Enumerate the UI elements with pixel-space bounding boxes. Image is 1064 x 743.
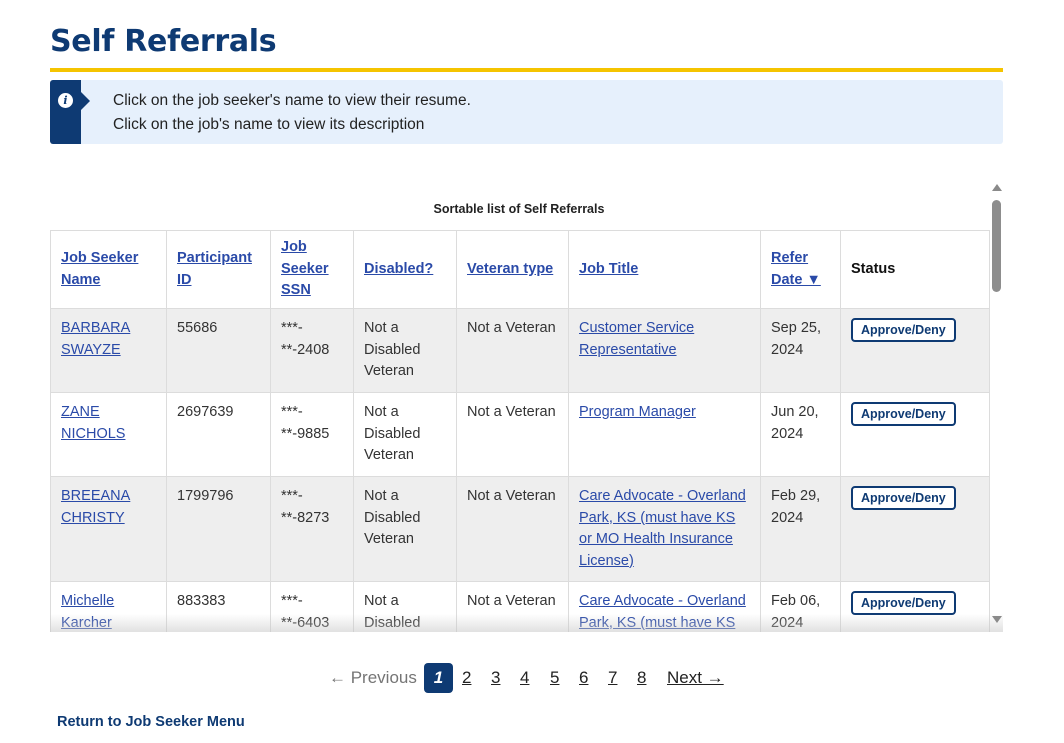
- col-header-name[interactable]: Job Seeker Name: [50, 230, 167, 309]
- job-seeker-name-link[interactable]: ZANE NICHOLS: [61, 404, 125, 442]
- job-title-link[interactable]: Customer Service Representative: [579, 320, 694, 358]
- veteran-type: Not a Veteran: [456, 476, 569, 582]
- approve-deny-button[interactable]: Approve/Deny: [851, 486, 956, 510]
- sort-name-link[interactable]: Job Seeker Name: [61, 250, 138, 288]
- sort-job-title-link[interactable]: Job Title: [579, 261, 638, 277]
- participant-id: 883383: [166, 581, 271, 632]
- sort-participant-id-link[interactable]: Participant ID: [177, 250, 252, 288]
- pagination-page-3[interactable]: 3: [491, 663, 500, 693]
- job-title-link[interactable]: Program Manager: [579, 404, 696, 420]
- pagination-page-6[interactable]: 6: [579, 663, 588, 693]
- veteran-type: Not a Veteran: [456, 581, 569, 632]
- job-seeker-name-link[interactable]: BREEANA CHRISTY: [61, 488, 130, 526]
- approve-deny-button[interactable]: Approve/Deny: [851, 402, 956, 426]
- pagination-page-5[interactable]: 5: [550, 663, 559, 693]
- info-alert: i Click on the job seeker's name to view…: [50, 80, 1003, 144]
- col-header-status: Status: [840, 230, 990, 309]
- job-title-link[interactable]: Care Advocate - Overland Park, KS (must …: [579, 488, 746, 569]
- participant-id: 1799796: [166, 476, 271, 582]
- pagination-next[interactable]: Next →: [667, 663, 724, 693]
- return-to-menu-link[interactable]: Return to Job Seeker Menu: [57, 714, 245, 730]
- col-header-refer-date[interactable]: Refer Date ▼: [760, 230, 841, 309]
- alert-line-1: Click on the job seeker's name to view t…: [113, 92, 471, 109]
- info-icon: i: [58, 93, 73, 108]
- scroll-up-arrow-icon[interactable]: [992, 184, 1002, 191]
- col-header-disabled[interactable]: Disabled?: [353, 230, 457, 309]
- refer-date: Feb 06, 2024: [760, 581, 841, 632]
- pagination-page-7[interactable]: 7: [608, 663, 617, 693]
- disabled-status: Not a Disabled Veteran: [353, 392, 457, 477]
- self-referrals-table: Job Seeker Name Participant ID Job Seeke…: [50, 230, 990, 632]
- table-row: Michelle Karcher 883383 ***-**-6403 Not …: [50, 581, 990, 632]
- scroll-thumb[interactable]: [992, 200, 1001, 292]
- col-header-ssn[interactable]: Job Seeker SSN: [270, 230, 354, 309]
- job-title-link[interactable]: Care Advocate - Overland Park, KS (must …: [579, 593, 746, 632]
- referrals-table-container[interactable]: Sortable list of Self Referrals Job Seek…: [50, 190, 1003, 632]
- table-header-row: Job Seeker Name Participant ID Job Seeke…: [50, 230, 990, 309]
- disabled-status: Not a Disabled Veteran: [353, 476, 457, 582]
- pagination-page-current[interactable]: 1: [424, 663, 453, 693]
- ssn-masked: ***-**-9885: [270, 392, 354, 477]
- approve-deny-button[interactable]: Approve/Deny: [851, 591, 956, 615]
- pagination-page-4[interactable]: 4: [520, 663, 529, 693]
- pagination-previous: ← Previous: [329, 668, 417, 687]
- veteran-type: Not a Veteran: [456, 308, 569, 393]
- refer-date: Feb 29, 2024: [760, 476, 841, 582]
- approve-deny-button[interactable]: Approve/Deny: [851, 318, 956, 342]
- col-header-veteran[interactable]: Veteran type: [456, 230, 569, 309]
- ssn-masked: ***-**-8273: [270, 476, 354, 582]
- alert-accent-bar: i: [50, 80, 81, 144]
- table-caption: Sortable list of Self Referrals: [433, 202, 605, 216]
- ssn-masked: ***-**-6403: [270, 581, 354, 632]
- col-header-job-title[interactable]: Job Title: [568, 230, 761, 309]
- refer-date: Sep 25, 2024: [760, 308, 841, 393]
- table-row: BARBARA SWAYZE 55686 ***-**-2408 Not a D…: [50, 308, 990, 393]
- page-title: Self Referrals: [50, 24, 277, 59]
- title-divider: [50, 68, 1003, 72]
- job-seeker-name-link[interactable]: Michelle Karcher: [61, 593, 114, 631]
- participant-id: 55686: [166, 308, 271, 393]
- alert-line-2: Click on the job's name to view its desc…: [113, 116, 425, 133]
- veteran-type: Not a Veteran: [456, 392, 569, 477]
- table-scrollbar[interactable]: [990, 182, 1004, 630]
- sort-ssn-link[interactable]: Job Seeker SSN: [281, 239, 329, 298]
- pagination-page-8[interactable]: 8: [637, 663, 646, 693]
- sort-refer-date-link[interactable]: Refer Date ▼: [771, 250, 821, 288]
- table-row: ZANE NICHOLS 2697639 ***-**-9885 Not a D…: [50, 392, 990, 477]
- alert-pointer: [81, 92, 90, 110]
- scroll-down-arrow-icon[interactable]: [992, 616, 1002, 623]
- job-seeker-name-link[interactable]: BARBARA SWAYZE: [61, 320, 130, 358]
- pagination: ← Previous 1 2 3 4 5 6 7 8 Next →: [0, 663, 1064, 695]
- sort-veteran-link[interactable]: Veteran type: [467, 261, 553, 277]
- col-header-participant-id[interactable]: Participant ID: [166, 230, 271, 309]
- participant-id: 2697639: [166, 392, 271, 477]
- disabled-status: Not a Disabled Veteran: [353, 581, 457, 632]
- alert-message: Click on the job seeker's name to view t…: [113, 89, 471, 137]
- sort-disabled-link[interactable]: Disabled?: [364, 261, 433, 277]
- table-row: BREEANA CHRISTY 1799796 ***-**-8273 Not …: [50, 476, 990, 582]
- ssn-masked: ***-**-2408: [270, 308, 354, 393]
- refer-date: Jun 20, 2024: [760, 392, 841, 477]
- disabled-status: Not a Disabled Veteran: [353, 308, 457, 393]
- pagination-page-2[interactable]: 2: [462, 663, 471, 693]
